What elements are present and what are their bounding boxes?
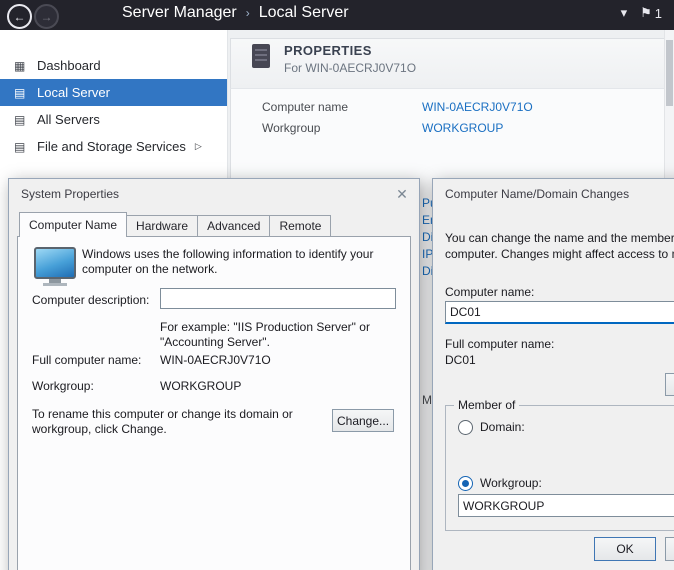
breadcrumb-local-server[interactable]: Local Server: [259, 4, 349, 22]
breadcrumb-server-manager[interactable]: Server Manager: [122, 4, 237, 22]
title-bar: ← → Server Manager › Local Server ▾ ⚑ 1: [0, 0, 674, 30]
computer-description-input[interactable]: [160, 288, 396, 309]
tab-advanced[interactable]: Advanced: [197, 215, 270, 237]
workgroup-radio-label[interactable]: Workgroup:: [480, 476, 542, 491]
dialog-title: Computer Name/Domain Changes: [445, 187, 629, 201]
tab-intro-text: Windows uses the following information t…: [82, 247, 408, 277]
computer-name-label: Computer name:: [445, 285, 534, 300]
flag-icon: ⚑: [640, 5, 652, 21]
back-button[interactable]: ←: [7, 4, 32, 29]
server-icon: ▤: [14, 140, 37, 154]
sidebar-item-label: File and Storage Services: [37, 139, 186, 154]
member-of-group: Member of Domain: Workgroup:: [445, 405, 674, 531]
properties-server-icon: [252, 44, 270, 68]
domain-radio-label[interactable]: Domain:: [480, 420, 525, 435]
workgroup-input[interactable]: [458, 494, 674, 517]
server-manager-window: ← → Server Manager › Local Server ▾ ⚑ 1 …: [0, 0, 674, 570]
full-computer-name-label: Full computer name:: [32, 353, 141, 368]
sidebar-item-dashboard[interactable]: ▦ Dashboard: [0, 52, 227, 79]
notifications-flag-button[interactable]: ⚑ 1: [640, 5, 662, 21]
system-properties-dialog: System Properties ✕ Computer Name Hardwa…: [8, 178, 420, 570]
breadcrumb: Server Manager › Local Server: [122, 4, 349, 22]
full-computer-name-value: WIN-0AECRJ0V71O: [160, 353, 271, 368]
clipped-cancel-button[interactable]: [665, 537, 674, 561]
property-label-workgroup: Workgroup: [262, 121, 320, 135]
tab-computer-name[interactable]: Computer Name: [19, 212, 127, 237]
computer-description-label: Computer description:: [32, 293, 149, 308]
monitor-icon-base: [43, 283, 67, 286]
notification-count: 1: [655, 6, 662, 21]
dashboard-icon: ▦: [14, 59, 37, 73]
server-icon: ▤: [14, 86, 37, 100]
properties-subheading: For WIN-0AECRJ0V71O: [284, 61, 416, 75]
domain-radio[interactable]: [458, 420, 473, 435]
titlebar-actions: ▾ ⚑ 1: [621, 5, 662, 21]
tab-strip: Computer Name Hardware Advanced Remote: [19, 212, 330, 237]
tab-hardware[interactable]: Hardware: [126, 215, 198, 237]
workgroup-label: Workgroup:: [32, 379, 94, 394]
workgroup-radio[interactable]: [458, 476, 473, 491]
ok-button[interactable]: OK: [594, 537, 656, 561]
computer-name-tab-page: Windows uses the following information t…: [17, 236, 411, 570]
property-label-computer-name: Computer name: [262, 100, 348, 114]
forward-icon: →: [41, 10, 53, 24]
computer-name-input[interactable]: [445, 301, 674, 324]
tab-remote[interactable]: Remote: [269, 215, 331, 237]
server-icon: ▤: [14, 113, 37, 127]
sidebar-item-label: Dashboard: [37, 58, 101, 73]
sidebar-item-file-storage-services[interactable]: ▤ File and Storage Services ▷: [0, 133, 227, 160]
forward-button[interactable]: →: [34, 4, 59, 29]
close-icon: ✕: [396, 186, 408, 203]
dialog-intro-line1: You can change the name and the membersh…: [445, 231, 674, 246]
sidebar-item-all-servers[interactable]: ▤ All Servers: [0, 106, 227, 133]
caret-down-icon[interactable]: ▾: [621, 5, 628, 21]
properties-heading: PROPERTIES: [284, 43, 372, 58]
member-of-legend: Member of: [454, 398, 519, 412]
clipped-text: M: [422, 393, 432, 407]
back-icon: ←: [14, 10, 26, 24]
sidebar-item-label: All Servers: [37, 112, 100, 127]
sidebar-item-label: Local Server: [37, 85, 110, 100]
property-value-workgroup[interactable]: WORKGROUP: [422, 121, 503, 135]
monitor-icon: [34, 247, 76, 279]
rename-hint-text: To rename this computer or change its do…: [32, 407, 322, 437]
sidebar-item-local-server[interactable]: ▤ Local Server: [0, 79, 227, 106]
clipped-more-button[interactable]: [665, 373, 674, 396]
full-computer-name-value: DC01: [445, 353, 476, 368]
change-button[interactable]: Change...: [332, 409, 394, 432]
description-example-text: For example: "IIS Production Server" or …: [160, 320, 392, 350]
dialog-intro-line2: computer. Changes might affect access to…: [445, 247, 674, 262]
scrollbar-thumb[interactable]: [666, 40, 673, 106]
chevron-right-icon: ▷: [195, 141, 202, 152]
breadcrumb-separator-icon: ›: [246, 6, 250, 20]
dialog-title: System Properties: [21, 187, 119, 201]
property-value-computer-name[interactable]: WIN-0AECRJ0V71O: [422, 100, 533, 114]
full-computer-name-label: Full computer name:: [445, 337, 554, 352]
workgroup-value: WORKGROUP: [160, 379, 241, 394]
computer-name-domain-changes-dialog: Computer Name/Domain Changes You can cha…: [432, 178, 674, 570]
close-button[interactable]: ✕: [392, 184, 412, 204]
